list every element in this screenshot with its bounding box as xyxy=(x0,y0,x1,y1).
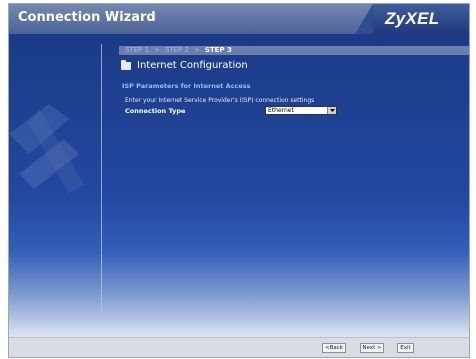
dropdown-arrow-icon[interactable] xyxy=(327,107,336,114)
isp-description: Enter your Internet Service Provider's (… xyxy=(125,97,315,104)
footer-bar: <Back Next > Exit xyxy=(9,337,469,357)
section-title: Internet Configuration xyxy=(137,60,248,71)
connection-type-value: Ethernet xyxy=(268,107,294,114)
vertical-divider xyxy=(101,44,102,311)
section-header: Internet Configuration xyxy=(121,59,248,71)
next-button[interactable]: Next > xyxy=(360,343,384,353)
window-title: Connection Wizard xyxy=(18,10,156,25)
isp-heading: ISP Parameters for Internet Access xyxy=(122,82,251,90)
folder-icon xyxy=(121,59,131,70)
connection-type-label: Connection Type xyxy=(125,107,186,115)
step-3-label-current: STEP 3 xyxy=(204,46,232,54)
step-2-label: STEP 2 xyxy=(164,46,189,54)
back-button[interactable]: <Back xyxy=(322,343,346,353)
wizard-content: STEP 1 > STEP 2 > STEP 3 Internet Configurat… xyxy=(9,34,469,337)
step-1-label: STEP 1 xyxy=(125,46,150,54)
step-separator: > xyxy=(154,46,160,54)
step-separator: > xyxy=(193,46,200,54)
step-indicator: STEP 1 > STEP 2 > STEP 3 xyxy=(119,46,469,55)
decorative-swoosh-graphic xyxy=(9,104,84,194)
zyxel-logo: ZyXEL xyxy=(385,9,440,28)
title-bar: Connection Wizard ZyXEL xyxy=(9,4,469,34)
exit-button[interactable]: Exit xyxy=(397,343,414,353)
brand-logo-area: ZyXEL xyxy=(355,4,469,34)
connection-type-select[interactable]: Ethernet xyxy=(265,106,337,115)
wizard-window: Connection Wizard ZyXEL STEP 1 > STEP 2 > ST… xyxy=(8,3,470,358)
